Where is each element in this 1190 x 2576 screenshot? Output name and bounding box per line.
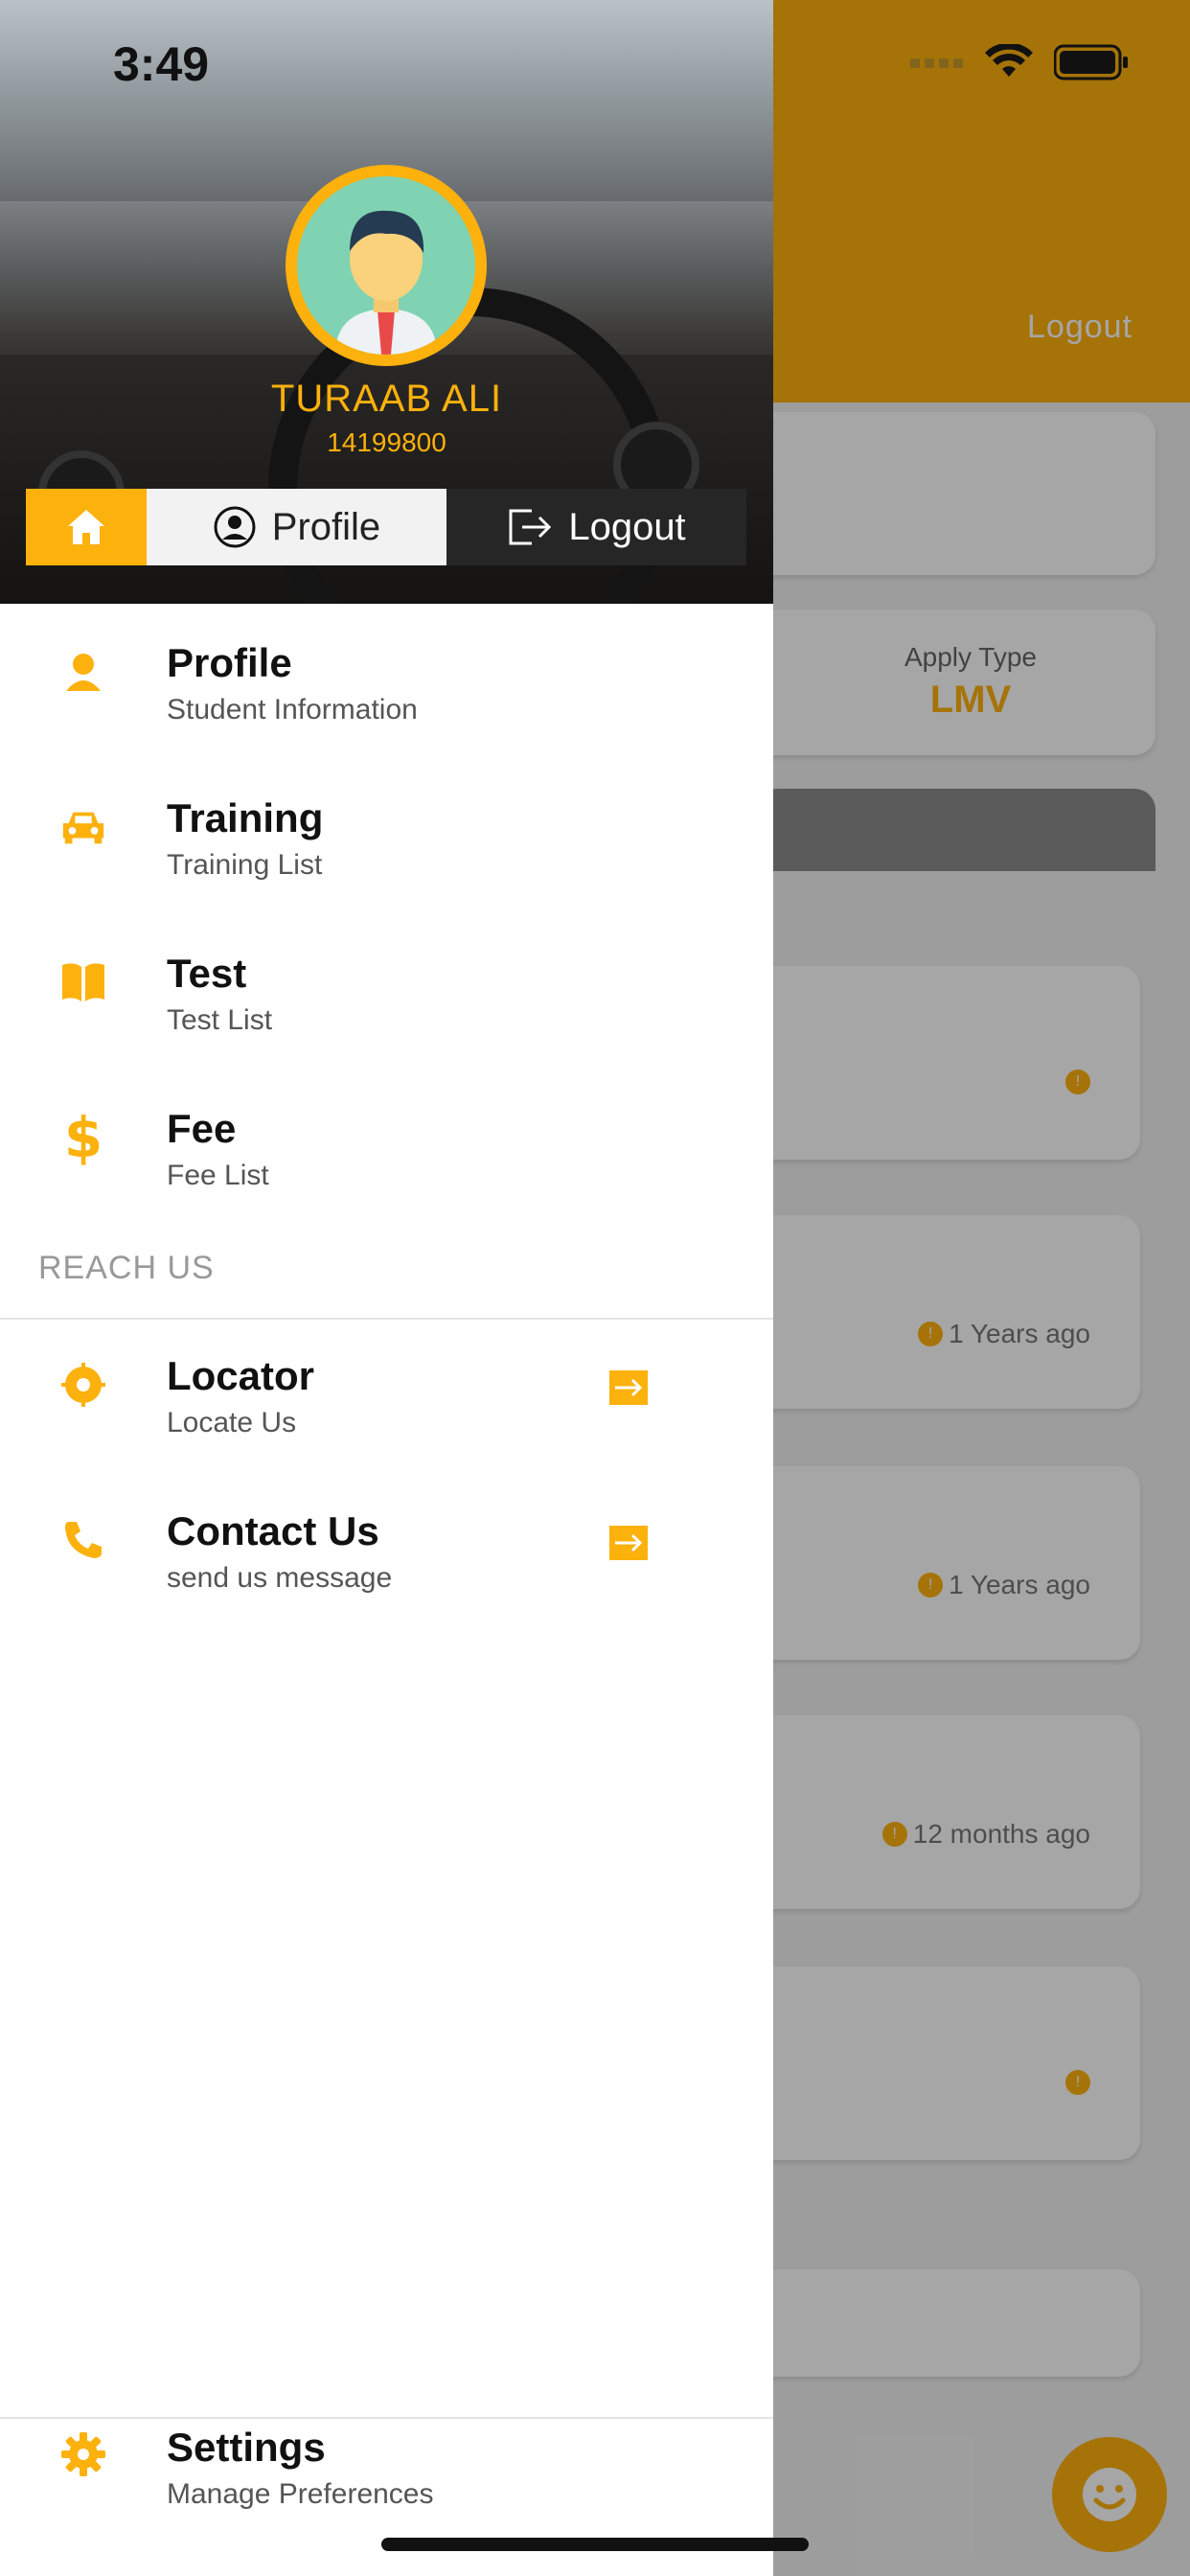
wifi-icon [985, 44, 1033, 77]
drawer-tabs: Profile Logout [26, 489, 746, 565]
menu-item-subtitle: Student Information [167, 694, 418, 725]
gear-icon [59, 2430, 107, 2478]
menu-item-title: Profile [167, 640, 292, 685]
avatar[interactable] [286, 165, 487, 366]
tab-logout-label: Logout [568, 505, 686, 548]
menu-item-title: Training [167, 795, 324, 840]
book-icon [59, 958, 107, 1006]
navigation-drawer: TURAAB ALI 14199800 Profile Logout Profi… [0, 0, 773, 2576]
status-icons [910, 44, 1129, 80]
menu-item-test[interactable]: Test Test List [0, 933, 773, 1077]
user-avatar-icon [335, 210, 437, 355]
tab-logout[interactable]: Logout [446, 489, 746, 565]
car-icon [59, 803, 107, 851]
person-icon [59, 648, 107, 696]
user-circle-icon [214, 506, 256, 548]
menu-item-fee[interactable]: $ Fee Fee List [0, 1089, 773, 1232]
logout-icon [509, 509, 552, 545]
battery-icon [1054, 44, 1128, 80]
menu-item-subtitle: Locate Us [167, 1407, 297, 1438]
status-time: 3:49 [113, 37, 210, 91]
signal-icon [910, 58, 963, 68]
menu-item-subtitle: Fee List [167, 1160, 269, 1191]
menu-item-subtitle: Training List [167, 849, 323, 881]
menu-item-profile[interactable]: Profile Student Information [0, 623, 773, 767]
menu-item-contact-us[interactable]: Contact Us send us message [0, 1491, 773, 1635]
menu-item-subtitle: send us message [167, 1562, 393, 1594]
divider [0, 1318, 773, 1320]
menu-item-title: Test [167, 951, 247, 996]
arrow-right-icon[interactable] [609, 1526, 648, 1560]
tab-home[interactable] [26, 489, 147, 565]
tab-profile-label: Profile [271, 505, 381, 548]
menu-item-training[interactable]: Training Training List [0, 778, 773, 922]
menu-item-title: Fee [167, 1106, 237, 1151]
avatar-image [297, 176, 475, 355]
menu-item-subtitle: Manage Preferences [167, 2478, 434, 2510]
home-icon [68, 510, 104, 544]
dollar-icon: $ [63, 1105, 103, 1170]
tab-profile[interactable]: Profile [147, 489, 446, 565]
arrow-right-icon[interactable] [609, 1370, 648, 1405]
home-indicator[interactable] [381, 2538, 809, 2551]
locator-icon [59, 1361, 107, 1409]
menu-item-title: Locator [167, 1353, 315, 1398]
menu-item-title: Settings [167, 2425, 326, 2470]
menu-item-subtitle: Test List [167, 1004, 273, 1036]
menu-item-locator[interactable]: Locator Locate Us [0, 1336, 773, 1480]
menu-item-settings[interactable]: Settings Manage Preferences [0, 2407, 773, 2551]
user-id: 14199800 [327, 427, 446, 457]
menu-item-title: Contact Us [167, 1508, 379, 1553]
phone-icon [59, 1516, 107, 1564]
section-label-reach-us: REACH US [38, 1250, 215, 1286]
user-name: TURAAB ALI [270, 378, 503, 420]
